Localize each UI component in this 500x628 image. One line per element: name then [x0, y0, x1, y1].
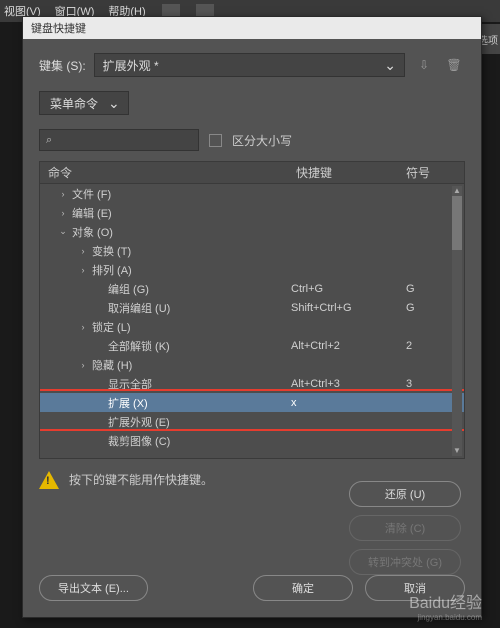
warning-message: 按下的键不能用作快捷键。 — [69, 471, 213, 488]
row-label: 锁定 (L) — [92, 319, 131, 335]
dialog-title: 键盘快捷键 — [23, 17, 481, 39]
table-row[interactable]: › 隐藏 (H) — [40, 355, 464, 374]
goto-conflict-button[interactable]: 转到冲突处 (G) — [349, 549, 461, 575]
table-row[interactable]: 全部解锁 (K) Alt+Ctrl+22 — [40, 336, 464, 355]
table-row[interactable]: › 变换 (T) — [40, 241, 464, 260]
row-label: 全部解锁 (K) — [108, 338, 170, 354]
row-label: 隐藏 (H) — [92, 357, 132, 373]
table-row[interactable]: 取消编组 (U) Shift+Ctrl+GG — [40, 298, 464, 317]
cancel-button[interactable]: 取消 — [365, 575, 465, 601]
row-shortcut: Alt+Ctrl+2 — [291, 340, 406, 352]
row-label: 对象 (O) — [72, 224, 113, 240]
row-symbol: 3 — [406, 378, 456, 390]
row-label: 排列 (A) — [92, 262, 132, 278]
save-icon[interactable]: ⇩ — [413, 54, 435, 76]
caret-icon[interactable]: › — [78, 265, 88, 275]
table-row[interactable]: › 编辑 (E) — [40, 203, 464, 222]
export-text-button[interactable]: 导出文本 (E)... — [39, 575, 148, 601]
row-shortcut: Shift+Ctrl+G — [291, 302, 406, 314]
table-row[interactable]: 扩展 (X) x — [40, 393, 464, 412]
delete-icon[interactable]: 🗑 — [443, 54, 465, 76]
row-shortcut: Alt+Ctrl+3 — [291, 378, 406, 390]
search-input[interactable]: ⌕ — [39, 129, 199, 151]
clear-button[interactable]: 清除 (C) — [349, 515, 461, 541]
table-row[interactable]: ⌄ 对象 (O) — [40, 222, 464, 241]
row-label: 裁剪图像 (C) — [108, 433, 170, 449]
row-label: 显示全部 — [108, 376, 152, 392]
case-sensitive-checkbox[interactable] — [209, 134, 222, 147]
caret-icon[interactable]: › — [78, 360, 88, 370]
row-label: 编辑 (E) — [72, 205, 112, 221]
row-label: 取消编组 (U) — [108, 300, 170, 316]
keyset-select[interactable]: 扩展外观 * — [94, 53, 405, 77]
scope-select[interactable]: 菜单命令 — [39, 91, 129, 115]
row-label: 编组 (G) — [108, 281, 149, 297]
caret-icon[interactable]: › — [78, 322, 88, 332]
scroll-thumb[interactable] — [452, 196, 462, 250]
set-label: 键集 (S): — [39, 57, 86, 74]
table-header: 命令 快捷键 符号 — [39, 161, 465, 183]
row-symbol: G — [406, 302, 456, 314]
row-label: 扩展 (X) — [108, 395, 148, 411]
col-symbol: 符号 — [406, 164, 456, 181]
table-row[interactable]: 扩展外观 (E) — [40, 412, 464, 431]
search-icon: ⌕ — [46, 134, 52, 147]
caret-icon[interactable]: › — [58, 189, 68, 199]
table-row[interactable]: 显示全部 Alt+Ctrl+33 — [40, 374, 464, 393]
row-label: 变换 (T) — [92, 243, 131, 259]
command-tree: ▲ ▼ ›文件 (F)›编辑 (E)⌄对象 (O)›变换 (T)›排列 (A)编… — [39, 183, 465, 459]
row-shortcut: Ctrl+G — [291, 283, 406, 295]
row-label: 文件 (F) — [72, 186, 111, 202]
keyboard-shortcuts-dialog: 键盘快捷键 键集 (S): 扩展外观 * ⇩ 🗑 菜单命令 ⌕ 区分大小写 命令… — [22, 16, 482, 618]
ok-button[interactable]: 确定 — [253, 575, 353, 601]
table-row[interactable]: › 排列 (A) — [40, 260, 464, 279]
case-sensitive-label: 区分大小写 — [232, 132, 292, 149]
scroll-down-arrow[interactable]: ▼ — [452, 446, 462, 456]
table-row[interactable]: 编组 (G) Ctrl+GG — [40, 279, 464, 298]
caret-icon[interactable]: ⌄ — [58, 226, 68, 237]
row-symbol: G — [406, 283, 456, 295]
row-label: 扩展外观 (E) — [108, 414, 170, 430]
undo-button[interactable]: 还原 (U) — [349, 481, 461, 507]
row-symbol: 2 — [406, 340, 456, 352]
table-row[interactable]: › 锁定 (L) — [40, 317, 464, 336]
caret-icon[interactable]: › — [78, 246, 88, 256]
col-command: 命令 — [48, 164, 296, 181]
table-row[interactable]: › 文件 (F) — [40, 184, 464, 203]
tree-scrollbar[interactable]: ▲ ▼ — [452, 186, 462, 456]
warning-icon — [39, 471, 59, 489]
caret-icon[interactable]: › — [58, 208, 68, 218]
scroll-up-arrow[interactable]: ▲ — [452, 186, 462, 196]
table-row[interactable]: 裁剪图像 (C) — [40, 431, 464, 450]
col-shortcut: 快捷键 — [296, 164, 406, 181]
row-shortcut: x — [291, 397, 406, 409]
